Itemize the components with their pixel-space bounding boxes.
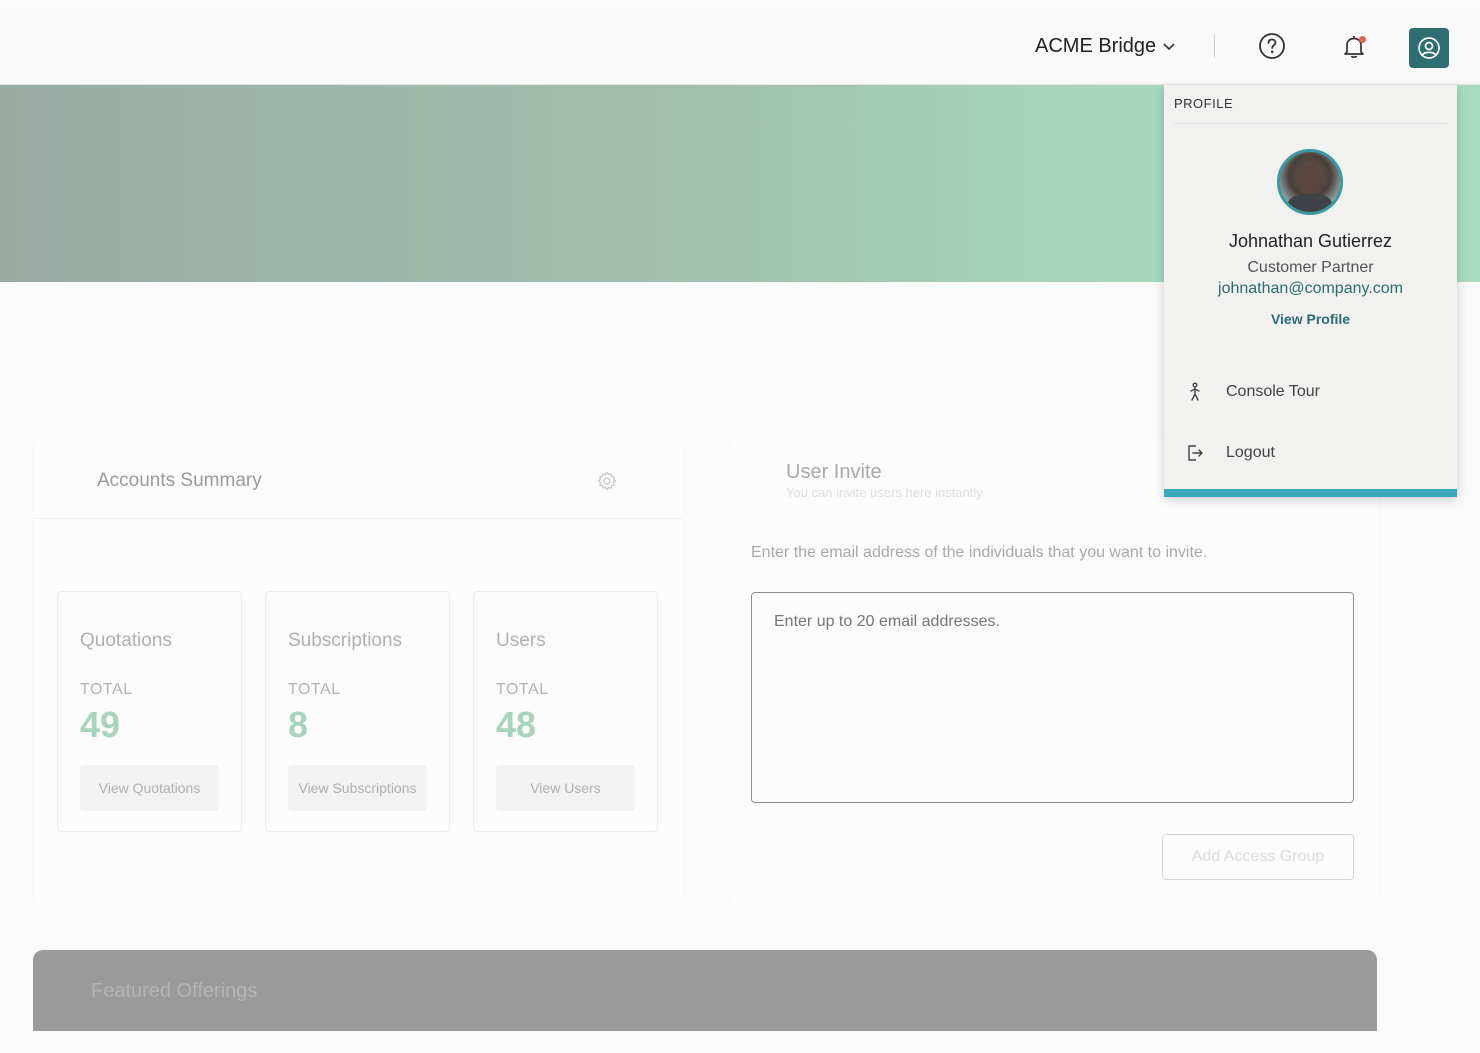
email-addresses-input[interactable]: [751, 592, 1354, 803]
header-divider: [1214, 34, 1215, 58]
walking-person-icon: [1190, 382, 1200, 401]
profile-name: Johnathan Gutierrez: [1228, 231, 1393, 251]
users-stat-card: Users TOTAL 48 View Users: [473, 591, 658, 832]
top-bar: ACME Bridge: [0, 4, 1480, 85]
org-switcher[interactable]: ACME Bridge: [1035, 32, 1176, 60]
user-circle-icon: [1418, 37, 1440, 59]
help-button[interactable]: [1252, 26, 1292, 66]
profile-dropdown-header: PROFILE: [1174, 96, 1234, 111]
profile-email-link[interactable]: johnathan@company.com: [1164, 280, 1457, 298]
logout-menu-item[interactable]: Logout: [1184, 436, 1444, 470]
console-tour-menu-item[interactable]: Console Tour: [1184, 375, 1444, 409]
help-circle-icon: [1259, 33, 1285, 59]
dropdown-divider: [1174, 123, 1447, 124]
user-invite-subtitle: You can invite users here instantly: [786, 485, 983, 500]
subscriptions-stat-card: Subscriptions TOTAL 8 View Subscriptions: [265, 591, 450, 832]
chevron-down-icon: [1163, 43, 1175, 51]
menu-item-label: Logout: [1226, 444, 1275, 461]
view-quotations-button[interactable]: View Quotations: [80, 765, 219, 811]
stat-title: Users: [496, 630, 546, 651]
stat-value: 8: [288, 704, 309, 745]
stat-title: Quotations: [80, 630, 172, 651]
view-users-button[interactable]: View Users: [496, 765, 635, 811]
user-invite-title: User Invite: [786, 461, 882, 483]
org-name: ACME Bridge: [1035, 34, 1157, 57]
profile-button[interactable]: [1409, 28, 1449, 68]
user-invite-description: Enter the email address of the individua…: [751, 544, 1208, 561]
featured-offerings-section: Featured Offerings: [33, 950, 1377, 1031]
stat-label: TOTAL: [496, 681, 549, 698]
menu-item-label: Console Tour: [1226, 383, 1320, 400]
gear-icon[interactable]: [596, 470, 618, 492]
stat-label: TOTAL: [80, 681, 133, 698]
view-profile-link[interactable]: View Profile: [1164, 311, 1457, 327]
avatar: [1277, 149, 1343, 215]
profile-dropdown: PROFILE Johnathan Gutierrez Customer Par…: [1164, 85, 1457, 497]
avatar-shirt: [1288, 194, 1332, 212]
quotations-stat-card: Quotations TOTAL 49 View Quotations: [57, 591, 242, 832]
add-access-group-button[interactable]: Add Access Group: [1162, 834, 1354, 880]
profile-role: Customer Partner: [1247, 259, 1374, 276]
card-divider: [33, 518, 683, 519]
avatar-face: [1298, 164, 1322, 194]
logout-icon: [1188, 445, 1203, 461]
dropdown-footer-bar: [1164, 489, 1457, 497]
accounts-summary-title: Accounts Summary: [97, 470, 262, 491]
view-subscriptions-button[interactable]: View Subscriptions: [288, 765, 427, 811]
user-invite-card: User Invite You can invite users here in…: [728, 440, 1378, 904]
stat-label: TOTAL: [288, 681, 341, 698]
accounts-summary-card: Accounts Summary Quotations TOTAL 49 Vie…: [33, 440, 683, 904]
featured-offerings-title: Featured Offerings: [91, 980, 258, 1002]
stat-title: Subscriptions: [288, 630, 403, 651]
stat-value: 49: [80, 704, 121, 745]
stat-value: 48: [496, 704, 537, 745]
notifications-button[interactable]: [1334, 26, 1374, 66]
notification-dot: [1359, 36, 1366, 43]
